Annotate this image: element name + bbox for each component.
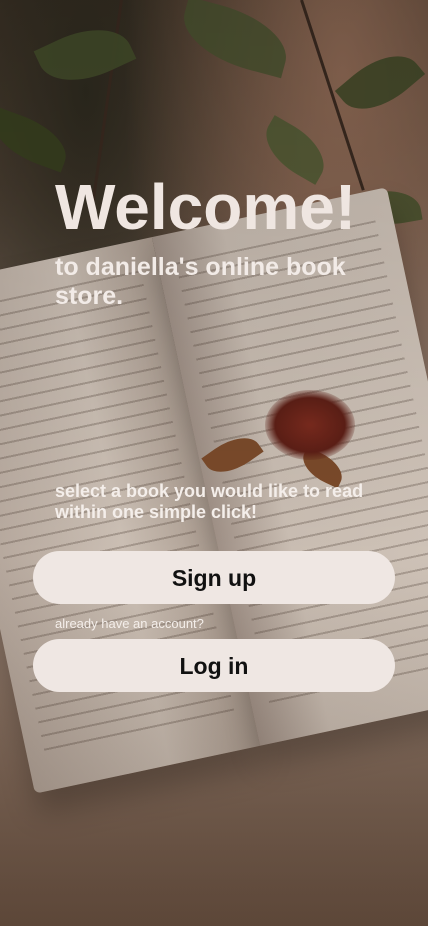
welcome-screen: Welcome! to daniella's online book store… bbox=[0, 0, 428, 926]
welcome-content: Welcome! to daniella's online book store… bbox=[0, 0, 428, 926]
page-subtitle: to daniella's online book store. bbox=[55, 253, 346, 310]
tagline-text: select a book you would like to read wit… bbox=[55, 481, 364, 522]
account-hint-text: already have an account? bbox=[55, 616, 204, 631]
log-in-button[interactable]: Log in bbox=[33, 639, 395, 692]
sign-up-button[interactable]: Sign up bbox=[33, 551, 395, 604]
page-title: Welcome! bbox=[55, 171, 357, 243]
